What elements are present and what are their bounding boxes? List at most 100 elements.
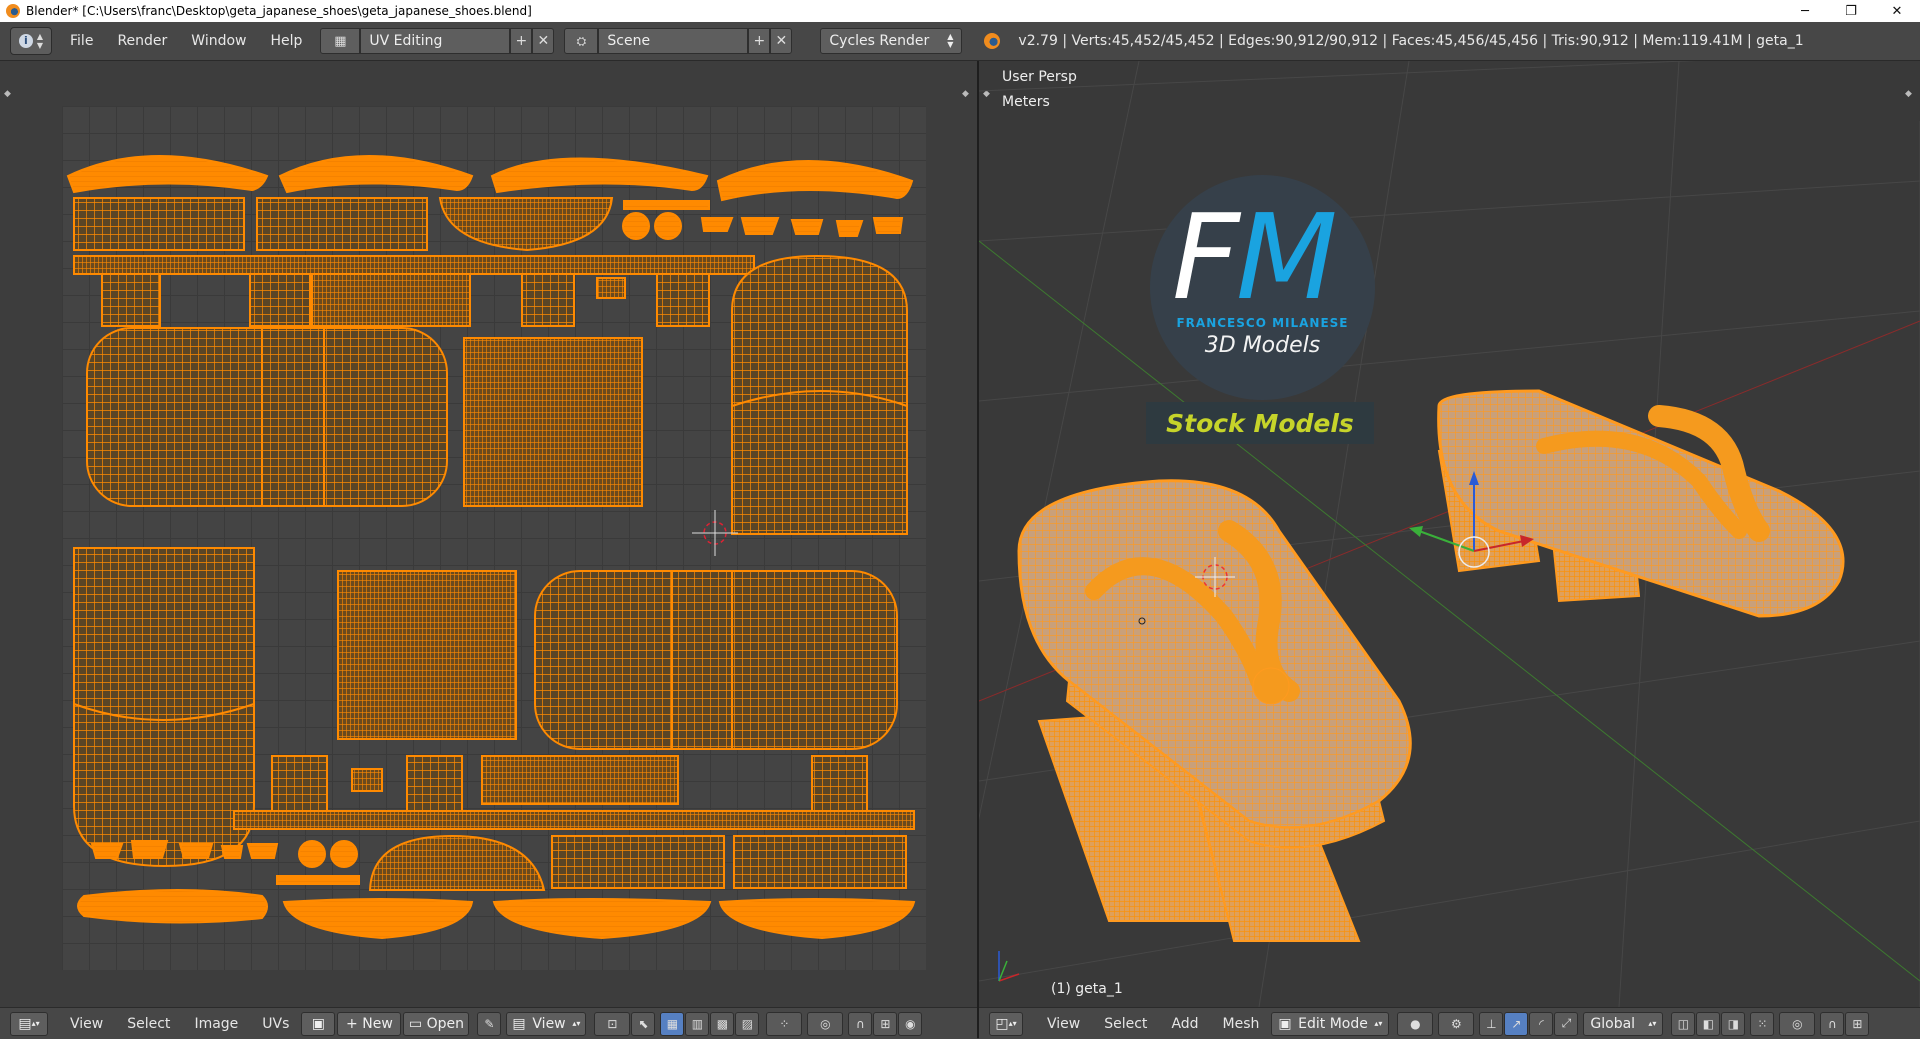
snap-toggle-button[interactable]: ∩	[848, 1011, 873, 1036]
viewport-shading-dropdown[interactable]: ●	[1397, 1011, 1434, 1036]
proportional-edit-icon: ◎	[1792, 1016, 1803, 1031]
add-layout-button[interactable]: +	[510, 28, 533, 54]
pivot-point-dropdown[interactable]: ⊡	[594, 1011, 631, 1036]
snap-element-dropdown[interactable]: ⊞	[873, 1011, 898, 1036]
vertex-select-mode-3d-button[interactable]: ◫	[1671, 1011, 1696, 1036]
menu-help[interactable]: Help	[258, 33, 314, 49]
pin-image-button[interactable]: ✎	[477, 1011, 502, 1036]
logo-letter-f: F	[1172, 188, 1240, 326]
uv-extra-dropdown[interactable]: ◉	[898, 1011, 923, 1036]
uv-menu-uvs[interactable]: UVs	[250, 1016, 301, 1032]
close-icon: ✕	[775, 33, 788, 49]
delete-layout-button[interactable]: ✕	[532, 28, 555, 54]
properties-toggle-arrow[interactable]: ◆	[962, 89, 969, 99]
3d-menu-add[interactable]: Add	[1159, 1016, 1210, 1032]
geta-shoe-left	[1017, 479, 1412, 942]
scene-picker[interactable]: ⛭	[564, 28, 599, 54]
pin-icon: ✎	[484, 1016, 495, 1031]
view-mode-dropdown[interactable]: ▤ View ▴▾	[506, 1011, 587, 1036]
proportional-edit-dropdown[interactable]: ◎	[807, 1011, 844, 1036]
cursor-arrow-icon: ⬉	[638, 1016, 649, 1031]
blender-logo-icon	[6, 4, 20, 18]
3d-viewport[interactable]: User Persp Meters ◆ ◆ (1) geta_1	[979, 61, 1920, 1007]
sticky-selection-dropdown[interactable]: ⁘	[766, 1011, 803, 1036]
translate-arrow-icon: ↗	[1511, 1016, 1522, 1031]
menu-file[interactable]: File	[58, 33, 105, 49]
transform-orientation-label: Global	[1590, 1015, 1636, 1032]
vertex-select-icon: ◫	[1677, 1016, 1690, 1031]
view-mode-icon: ▤	[512, 1015, 526, 1032]
scale-manipulator-button[interactable]: ⤢	[1554, 1011, 1579, 1036]
solid-shading-icon: ●	[1410, 1016, 1421, 1031]
plus-icon: +	[753, 33, 766, 49]
snap-toggle-3d-button[interactable]: ∩	[1820, 1011, 1845, 1036]
render-engine-dropdown[interactable]: Cycles Render ▲ ▼	[820, 28, 963, 54]
add-scene-button[interactable]: +	[748, 28, 771, 54]
scene-field[interactable]: Scene	[598, 28, 749, 54]
delete-scene-button[interactable]: ✕	[770, 28, 793, 54]
folder-icon: ▭	[408, 1015, 423, 1032]
manipulator-icon: ⊥	[1486, 1016, 1497, 1031]
3d-menu-select[interactable]: Select	[1092, 1016, 1159, 1032]
scene-name: Scene	[607, 33, 651, 49]
proportional-edit-3d-dropdown[interactable]: ◎	[1779, 1011, 1816, 1036]
screen-layout-picker[interactable]: ▦	[320, 28, 361, 54]
manipulator-toggle-button[interactable]: ⊥	[1479, 1011, 1504, 1036]
plus-icon: +	[515, 33, 528, 49]
pivot-icon: ⚙	[1451, 1016, 1462, 1031]
face-select-mode-button[interactable]: ▩	[710, 1011, 735, 1036]
vertex-select-mode-button[interactable]: ▦	[660, 1011, 685, 1036]
view-axis-gizmo-icon	[998, 951, 1020, 982]
new-image-button[interactable]: + New	[337, 1011, 402, 1036]
viewport-scene	[979, 61, 1920, 1007]
uv-texture-canvas[interactable]	[62, 106, 926, 970]
open-image-button[interactable]: ▭ Open	[403, 1011, 470, 1036]
render-engine-value: Cycles Render	[829, 33, 930, 49]
uv-menu-view[interactable]: View	[58, 1016, 115, 1032]
updown-arrows-icon: ▲ ▼	[947, 32, 954, 49]
island-select-mode-button[interactable]: ▨	[735, 1011, 760, 1036]
uv-menu-select[interactable]: Select	[115, 1016, 182, 1032]
sync-selection-button[interactable]: ⬉	[631, 1011, 656, 1036]
sticky-icon: ⁘	[779, 1016, 790, 1031]
maximize-button[interactable]: ❐	[1828, 0, 1874, 22]
3d-editor-type-button[interactable]: ◰ ▴▾	[989, 1011, 1023, 1036]
menu-render[interactable]: Render	[105, 33, 179, 49]
screen-layout-field[interactable]: UV Editing	[360, 28, 511, 54]
close-window-button[interactable]: ✕	[1874, 0, 1920, 22]
blender-logo-icon	[984, 33, 1001, 49]
toolshelf-toggle-arrow[interactable]: ◆	[4, 89, 11, 99]
transform-orientation-dropdown[interactable]: Global ▴▾	[1583, 1011, 1664, 1036]
3d-menu-mesh[interactable]: Mesh	[1211, 1016, 1272, 1032]
edge-select-mode-3d-button[interactable]: ◧	[1696, 1011, 1721, 1036]
stock-models-badge: Stock Models	[1146, 402, 1374, 444]
image-browse-button[interactable]: ▣	[301, 1011, 336, 1036]
minimize-button[interactable]: ─	[1782, 0, 1828, 22]
plus-icon: +	[346, 1015, 358, 1032]
uv-image-editor[interactable]: ◆ ◆	[0, 61, 977, 1007]
pivot-point-dropdown-3d[interactable]: ⚙	[1438, 1011, 1475, 1036]
vertex-select-icon: ▦	[666, 1016, 679, 1031]
uv-editor-type-button[interactable]: ▤ ▴▾	[10, 1011, 48, 1036]
info-editor-type-button[interactable]: i ▲ ▼	[10, 27, 52, 55]
uv-2d-cursor-icon[interactable]	[690, 508, 740, 558]
3d-menu-view[interactable]: View	[1035, 1016, 1092, 1032]
menu-window[interactable]: Window	[179, 33, 258, 49]
logo-letter-m: M	[1235, 188, 1338, 326]
edge-select-mode-button[interactable]: ▥	[685, 1011, 710, 1036]
translate-manipulator-button[interactable]: ↗	[1504, 1011, 1529, 1036]
proportional-edit-icon: ◎	[820, 1016, 831, 1031]
occlude-geometry-button[interactable]: ⁙	[1750, 1011, 1775, 1036]
interaction-mode-dropdown[interactable]: ▣ Edit Mode ▴▾	[1271, 1011, 1390, 1036]
face-select-mode-3d-button[interactable]: ◨	[1721, 1011, 1746, 1036]
close-icon: ✕	[537, 33, 550, 49]
snap-element-3d-dropdown[interactable]: ⊞	[1845, 1011, 1870, 1036]
snap-element-icon: ⊞	[880, 1016, 891, 1031]
active-object-label: (1) geta_1	[1051, 981, 1123, 997]
magnet-icon: ∩	[1828, 1016, 1837, 1031]
uv-islands	[66, 155, 916, 940]
uv-menu-image[interactable]: Image	[182, 1016, 250, 1032]
rotate-manipulator-button[interactable]: ◜	[1529, 1011, 1554, 1036]
rotate-icon: ◜	[1539, 1016, 1544, 1031]
logo-brand-name: FRANCESCO MILANESE	[1176, 316, 1349, 330]
